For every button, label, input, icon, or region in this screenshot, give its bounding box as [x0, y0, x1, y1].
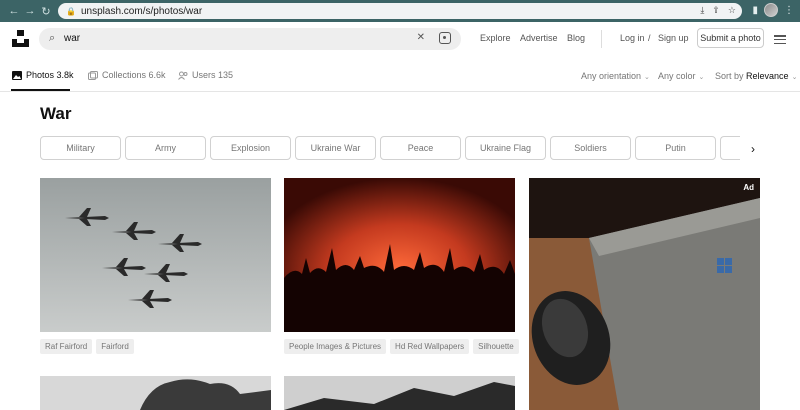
tab-users[interactable]: Users 135 — [178, 70, 233, 80]
tab-photos-label: Photos 3.8k — [26, 70, 74, 80]
bookmark-star-icon[interactable]: ☆ — [728, 5, 736, 16]
related-chip[interactable]: Ukraine Flag — [465, 136, 546, 160]
address-bar[interactable]: 🔒 unsplash.com/s/photos/war ⤓ ⇪ ☆ — [58, 3, 742, 19]
nav-advertise[interactable]: Advertise — [520, 33, 558, 43]
photo-jets[interactable] — [40, 178, 271, 332]
sort-prefix: Sort by — [715, 71, 744, 81]
orientation-filter[interactable]: Any orientation ⌄ — [581, 71, 650, 81]
reload-icon[interactable]: ↻ — [38, 3, 54, 19]
site-header: ⌕ war ✕ Explore Advertise Blog Log in / … — [0, 22, 800, 58]
related-chip[interactable]: Peace — [380, 136, 461, 160]
search-input[interactable]: war — [64, 33, 80, 44]
related-chip[interactable]: Army — [125, 136, 206, 160]
lock-icon: 🔒 — [66, 6, 76, 16]
nav-blog[interactable]: Blog — [567, 33, 585, 43]
nav-divider — [601, 30, 602, 48]
submit-photo-button[interactable]: Submit a photo — [697, 28, 764, 48]
tab-collections[interactable]: Collections 6.6k — [88, 70, 166, 80]
search-icon[interactable]: ⌕ — [49, 32, 55, 45]
photo-icon — [12, 70, 22, 80]
search-tabs: Photos 3.8k Collections 6.6k Users 135 A… — [0, 60, 800, 92]
color-filter[interactable]: Any color ⌄ — [658, 71, 704, 81]
browser-menu-icon[interactable]: ⋮ — [784, 5, 794, 16]
signup-link[interactable]: Sign up — [658, 33, 689, 43]
color-filter-label: Any color — [658, 71, 696, 81]
users-icon — [178, 71, 188, 80]
tab-collections-label: Collections 6.6k — [102, 70, 166, 80]
slash-separator: / — [648, 33, 651, 43]
related-chip[interactable]: Explosion — [210, 136, 291, 160]
sort-value: Relevance — [746, 71, 789, 81]
smoke-image — [40, 376, 271, 410]
sort-filter[interactable]: Sort by Relevance ⌄ — [715, 71, 797, 81]
photo-tag[interactable]: Fairford — [96, 339, 134, 354]
back-arrow-icon[interactable]: ← — [6, 3, 22, 19]
photo-tag[interactable]: Hd Red Wallpapers — [390, 339, 470, 354]
photo-tag[interactable]: People Images & Pictures — [284, 339, 387, 354]
orientation-filter-label: Any orientation — [581, 71, 642, 81]
chevron-down-icon: ⌄ — [698, 74, 705, 81]
hamburger-menu-icon[interactable] — [774, 35, 786, 44]
share-icon[interactable]: ⇪ — [712, 5, 720, 16]
photo-ad-laptop[interactable]: Ad — [529, 178, 760, 410]
collections-icon — [88, 70, 98, 80]
search-bar[interactable]: ⌕ war ✕ — [39, 28, 461, 50]
photo-crowd[interactable] — [284, 178, 515, 332]
chevron-down-icon: ⌄ — [791, 74, 798, 81]
page-title: War — [40, 104, 72, 123]
ad-badge: Ad — [743, 183, 754, 192]
crowd-image — [284, 178, 515, 332]
browser-chrome: ← → ↻ 🔒 unsplash.com/s/photos/war ⤓ ⇪ ☆ … — [0, 0, 800, 22]
clear-icon[interactable]: ✕ — [417, 32, 425, 43]
photo-smoke[interactable] — [40, 376, 271, 410]
related-searches: Military Army Explosion Ukraine War Peac… — [40, 136, 740, 160]
visual-search-icon[interactable] — [439, 32, 451, 44]
photo-tags: Raf Fairford Fairford — [40, 339, 134, 354]
jets-image — [40, 178, 271, 332]
photo-tags: People Images & Pictures Hd Red Wallpape… — [284, 339, 519, 354]
tab-photos[interactable]: Photos 3.8k — [12, 70, 74, 80]
unsplash-logo-icon[interactable] — [12, 30, 29, 47]
chevron-right-icon[interactable]: › — [751, 142, 755, 156]
sidebar-toggle-icon[interactable]: ▮ — [752, 5, 758, 16]
related-chip[interactable]: Ukraine War — [295, 136, 376, 160]
laptop-image — [529, 178, 760, 410]
photo-tag[interactable]: Raf Fairford — [40, 339, 93, 354]
landscape-image — [284, 376, 515, 410]
forward-arrow-icon[interactable]: → — [22, 3, 38, 19]
active-tab-indicator — [11, 89, 70, 91]
tab-users-label: Users 135 — [192, 70, 234, 80]
related-chip[interactable]: Putin — [635, 136, 716, 160]
profile-avatar[interactable] — [764, 3, 778, 17]
login-link[interactable]: Log in — [620, 33, 645, 43]
nav-explore[interactable]: Explore — [480, 33, 511, 43]
install-icon[interactable]: ⤓ — [700, 5, 704, 16]
related-chip-partial[interactable] — [720, 136, 740, 160]
related-chip[interactable]: Soldiers — [550, 136, 631, 160]
related-chip[interactable]: Military — [40, 136, 121, 160]
photo-landscape[interactable] — [284, 376, 515, 410]
chevron-down-icon: ⌄ — [644, 74, 650, 81]
url-text: unsplash.com/s/photos/war — [81, 5, 203, 17]
photo-tag[interactable]: Silhouette — [473, 339, 519, 354]
